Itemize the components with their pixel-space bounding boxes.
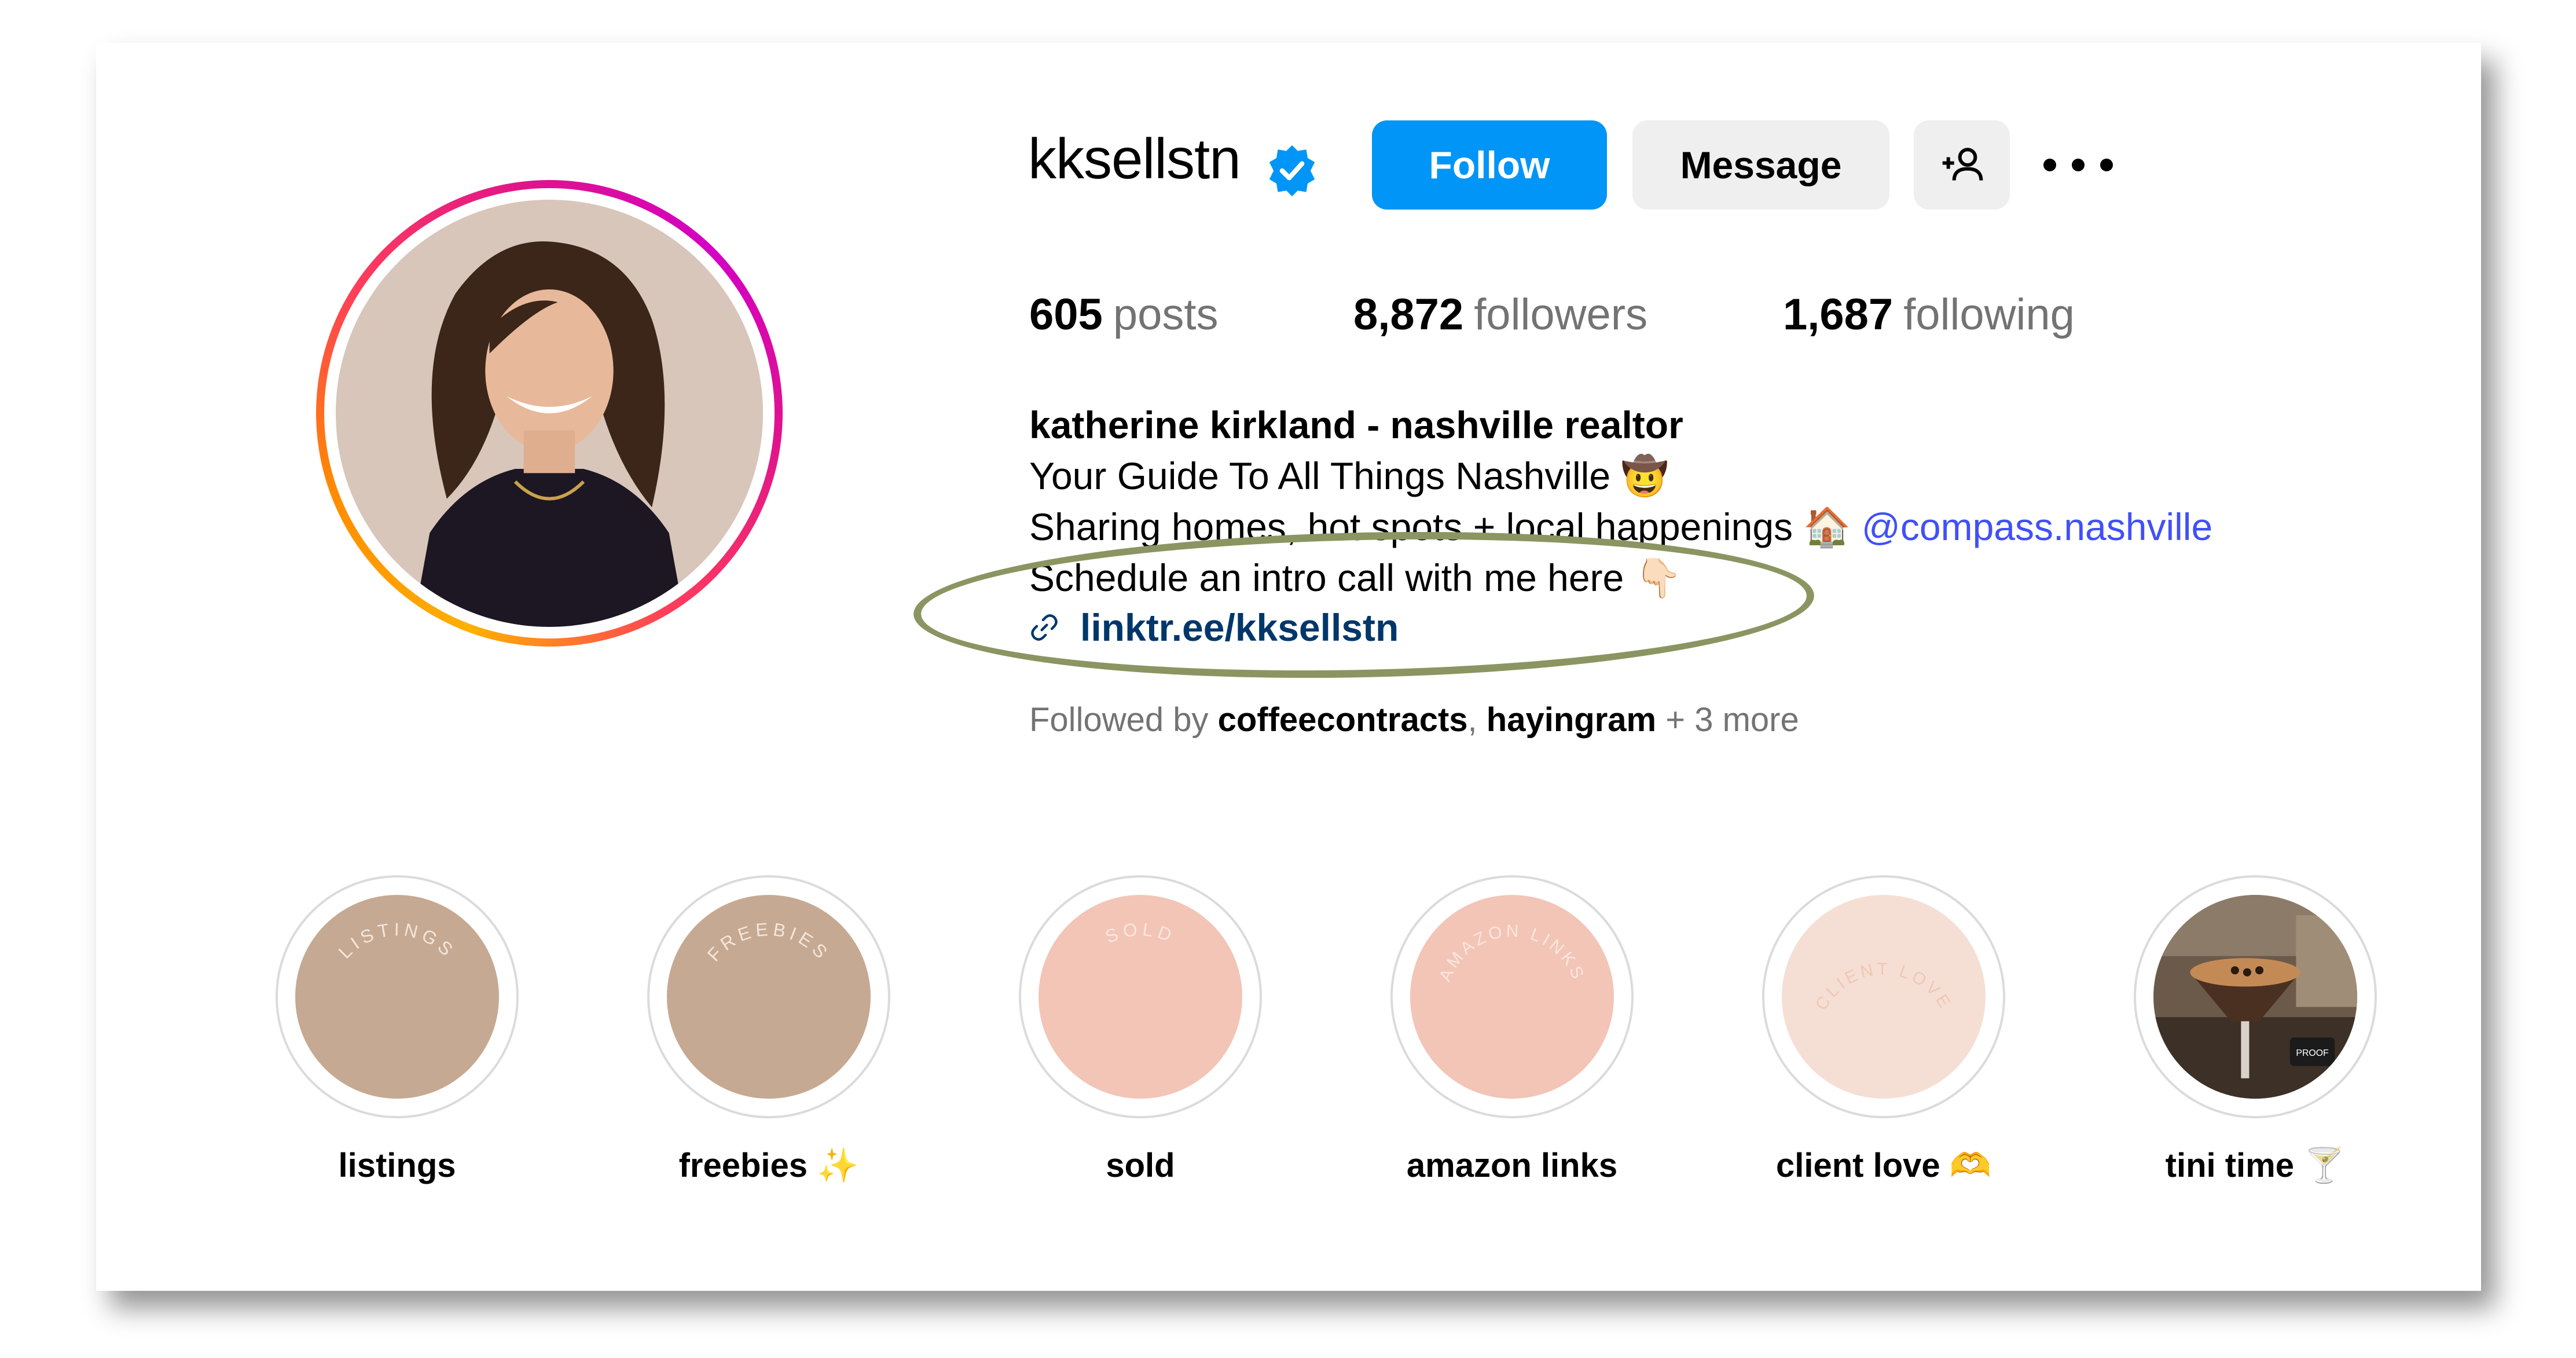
- mention-link[interactable]: @compass.nashville: [1862, 505, 2212, 548]
- pointing-down-emoji-icon: 👇🏻: [1634, 556, 1682, 599]
- followers-stat[interactable]: 8,872 followers: [1353, 289, 1647, 340]
- add-person-icon: [1942, 148, 1983, 181]
- highlight-label: amazon links: [1406, 1147, 1618, 1184]
- highlight-label: sold: [1106, 1147, 1175, 1184]
- highlight-label: client love 🫶: [1776, 1147, 1991, 1184]
- message-button[interactable]: Message: [1632, 120, 1889, 210]
- highlight-tini-time[interactable]: PROOF tini time 🍸: [2134, 875, 2377, 1199]
- highlight-sold[interactable]: SOLD sold: [1019, 875, 1262, 1199]
- username: kksellstn: [1028, 127, 1241, 190]
- highlight-amazon-links[interactable]: AMAZON LINKS amazon links: [1390, 875, 1634, 1199]
- profile-photo: [336, 200, 763, 627]
- house-emoji-icon: 🏠: [1803, 505, 1851, 548]
- highlight-freebies[interactable]: FREEBIES freebies ✨: [647, 875, 890, 1199]
- suggest-accounts-button[interactable]: [1914, 120, 2010, 210]
- bio-line-2: Sharing homes, hot spots + local happeni…: [1029, 505, 2213, 548]
- bio-line-1: Your Guide To All Things Nashville 🤠: [1029, 454, 1669, 497]
- following-stat[interactable]: 1,687 following: [1783, 289, 2075, 340]
- more-options-icon[interactable]: [2043, 146, 2113, 184]
- bio-link[interactable]: linktr.ee/kksellstn: [1029, 605, 1399, 649]
- highlight-label: listings: [338, 1147, 456, 1184]
- link-icon: [1031, 614, 1058, 641]
- svg-text:PROOF: PROOF: [2296, 1048, 2329, 1058]
- profile-avatar[interactable]: [316, 180, 783, 647]
- highlight-label: tini time 🍸: [2165, 1147, 2346, 1184]
- bio-line-3: Schedule an intro call with me here 👇🏻: [1029, 556, 1682, 599]
- verified-badge-icon: [1269, 145, 1315, 197]
- highlight-client-love[interactable]: CLIENT LOVE client love 🫶: [1762, 875, 2005, 1199]
- followed-by[interactable]: Followed by coffeecontracts, hayingram +…: [1029, 700, 1799, 739]
- highlight-listings[interactable]: LISTINGS listings: [276, 875, 519, 1199]
- follow-button[interactable]: Follow: [1372, 120, 1607, 210]
- cowboy-emoji-icon: 🤠: [1621, 454, 1669, 497]
- highlight-label: freebies ✨: [678, 1147, 859, 1184]
- posts-stat: 605 posts: [1029, 290, 1219, 339]
- bio-name: katherine kirkland - nashville realtor: [1029, 403, 1683, 446]
